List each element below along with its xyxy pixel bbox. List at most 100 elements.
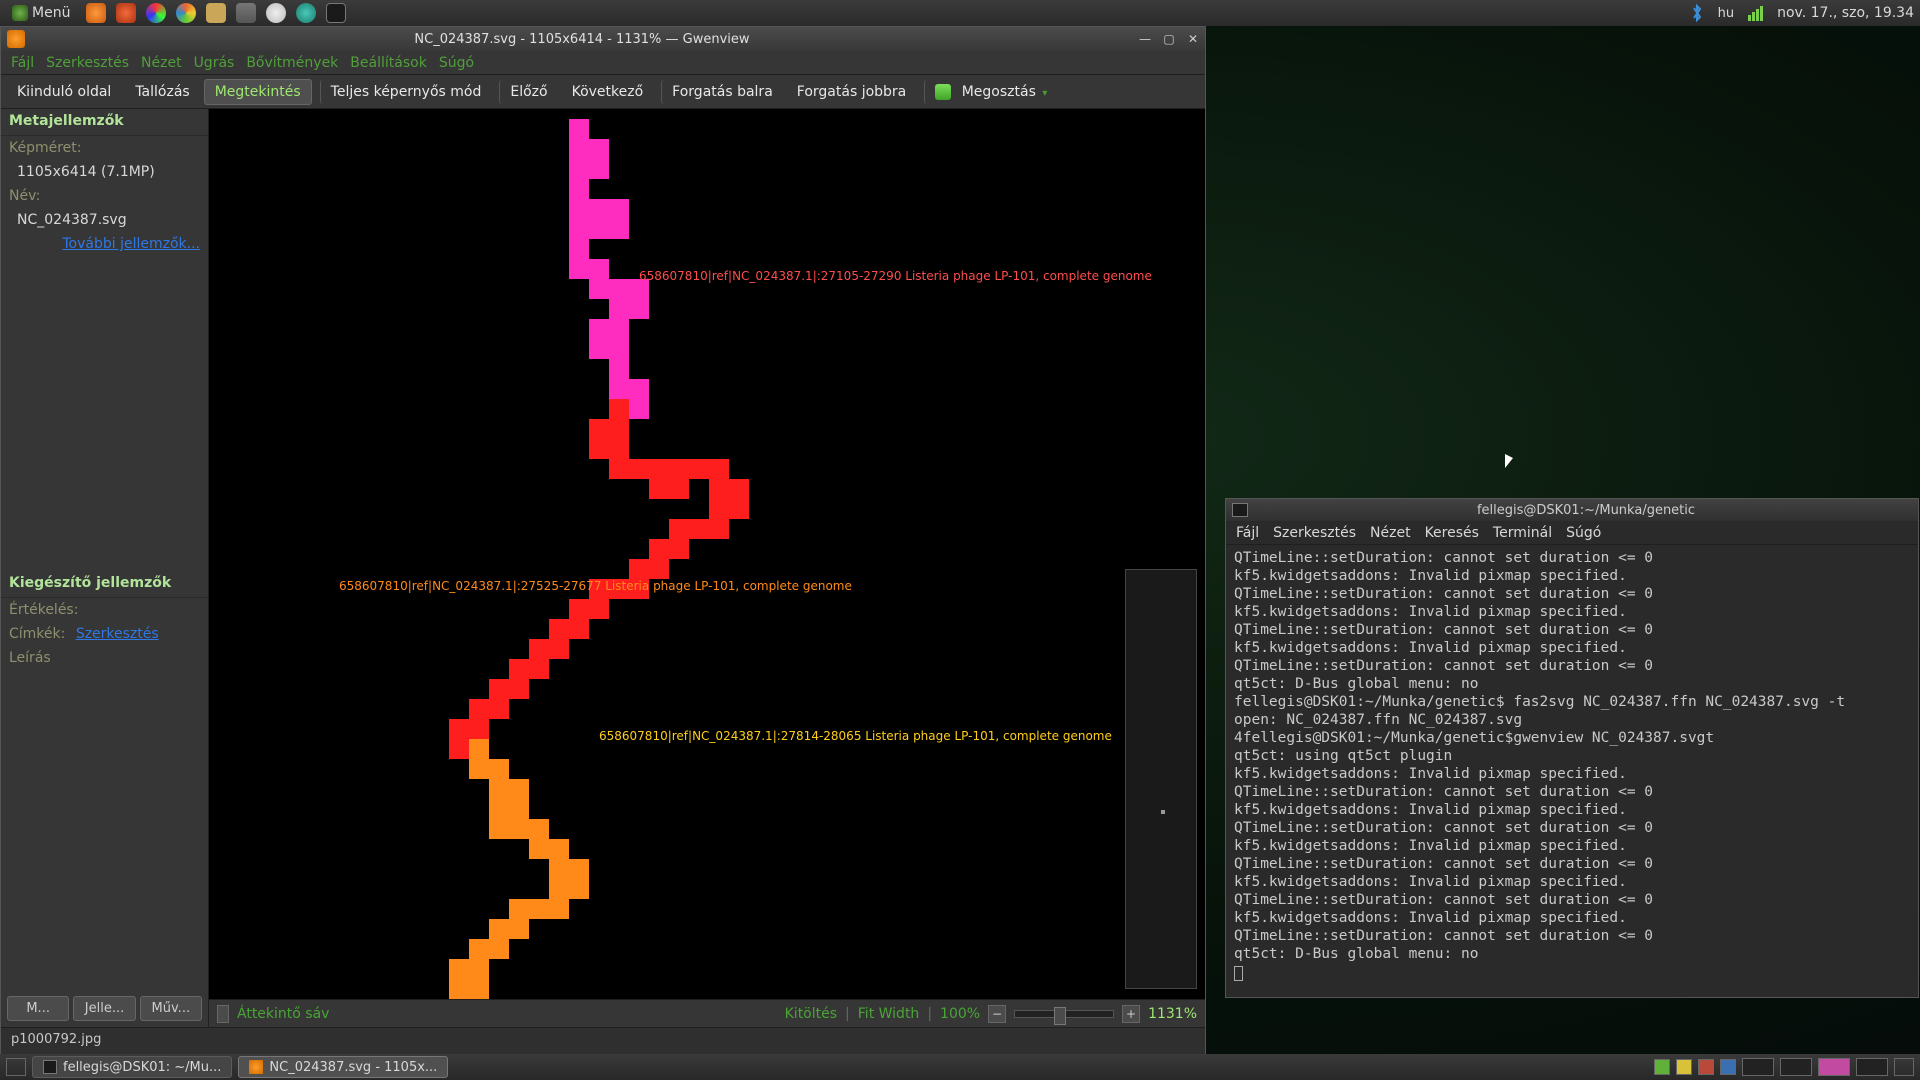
genome-pixel xyxy=(509,779,529,799)
terminal-cursor xyxy=(1234,966,1243,981)
bluetooth-icon[interactable] xyxy=(1690,3,1704,23)
app-icon-3[interactable] xyxy=(206,3,226,23)
app-icon-4[interactable] xyxy=(236,3,256,23)
genome-pixel xyxy=(609,399,629,419)
thumbnail-strip[interactable]: p1000792.jpg xyxy=(1,1027,1205,1055)
fit-width[interactable]: Fit Width xyxy=(858,1006,920,1022)
term-menu-help[interactable]: Súgó xyxy=(1566,525,1601,541)
minimize-button[interactable]: — xyxy=(1136,32,1154,46)
pager-3[interactable] xyxy=(1818,1058,1850,1076)
genome-pixel xyxy=(489,819,509,839)
app-icon-6[interactable] xyxy=(296,3,316,23)
workspace-2[interactable] xyxy=(1676,1059,1692,1075)
clock[interactable]: nov. 17., szo, 19.34 xyxy=(1777,5,1914,21)
menu-go[interactable]: Ugrás xyxy=(194,55,235,71)
pager-1[interactable] xyxy=(1742,1058,1774,1076)
thumbnail-bar-toggle[interactable]: Áttekintő sáv xyxy=(237,1006,329,1022)
zoom-slider[interactable] xyxy=(1014,1010,1114,1018)
menu-view[interactable]: Nézet xyxy=(141,55,182,71)
genome-pixel xyxy=(609,459,629,479)
terminal-body[interactable]: QTimeLine::setDuration: cannot set durat… xyxy=(1226,545,1918,997)
menu-edit[interactable]: Szerkesztés xyxy=(46,55,129,71)
keyboard-layout[interactable]: hu xyxy=(1718,6,1734,21)
app-icon-2[interactable] xyxy=(146,3,166,23)
pager-2[interactable] xyxy=(1780,1058,1812,1076)
genome-pixel xyxy=(629,399,649,419)
sidebar-tab-2[interactable]: Műv... xyxy=(140,996,202,1021)
menu-settings[interactable]: Beállítások xyxy=(350,55,427,71)
genome-pixel xyxy=(609,299,629,319)
genome-pixel xyxy=(609,379,629,399)
image-canvas[interactable]: 658607810|ref|NC_024387.1|:27105-27290 L… xyxy=(209,109,1205,999)
image-viewer[interactable]: 658607810|ref|NC_024387.1|:27105-27290 L… xyxy=(209,109,1205,1027)
pager-4[interactable] xyxy=(1856,1058,1888,1076)
genome-pixel xyxy=(709,499,729,519)
firefox-icon[interactable] xyxy=(86,3,106,23)
terminal-window: fellegis@DSK01:~/Munka/genetic Fájl Szer… xyxy=(1225,498,1919,998)
workspace-4[interactable] xyxy=(1720,1059,1736,1075)
more-props-link[interactable]: További jellemzők... xyxy=(62,236,200,252)
term-menu-edit[interactable]: Szerkesztés xyxy=(1273,525,1356,541)
thumb-slider[interactable] xyxy=(217,1005,229,1023)
btn-next[interactable]: Következő xyxy=(562,80,654,104)
gwenview-titlebar[interactable]: NC_024387.svg - 1105x6414 - 1131% — Gwen… xyxy=(1,27,1205,51)
zoom-in-button[interactable]: + xyxy=(1122,1005,1140,1023)
taskbar-task-gwenview[interactable]: NC_024387.svg - 1105x... xyxy=(238,1056,448,1078)
terminal-titlebar[interactable]: fellegis@DSK01:~/Munka/genetic xyxy=(1226,499,1918,521)
sidebar-tab-0[interactable]: M... xyxy=(7,996,69,1021)
term-menu-search[interactable]: Keresés xyxy=(1425,525,1479,541)
name-label: Név: xyxy=(9,188,40,204)
btn-start[interactable]: Kiinduló oldal xyxy=(7,80,121,104)
taskbar-task-terminal[interactable]: fellegis@DSK01: ~/Mu... xyxy=(32,1056,232,1078)
btn-rotate-left[interactable]: Forgatás balra xyxy=(661,80,783,104)
meta-heading: Metajellemzők xyxy=(1,109,208,136)
menu-file[interactable]: Fájl xyxy=(11,55,34,71)
btn-browse[interactable]: Tallózás xyxy=(125,80,199,104)
menu-plugins[interactable]: Bővítmények xyxy=(246,55,338,71)
term-menu-view[interactable]: Nézet xyxy=(1370,525,1411,541)
show-desktop-button[interactable] xyxy=(6,1058,26,1076)
menu-button[interactable]: Menü xyxy=(6,5,76,21)
genome-pixel xyxy=(489,679,509,699)
btn-fullscreen[interactable]: Teljes képernyős mód xyxy=(320,80,492,104)
menu-help[interactable]: Súgó xyxy=(439,55,474,71)
genome-pixel xyxy=(649,459,669,479)
genome-pixel xyxy=(609,339,629,359)
genome-pixel xyxy=(529,639,549,659)
btn-rotate-right[interactable]: Forgatás jobbra xyxy=(787,80,916,104)
zoom-100[interactable]: 100% xyxy=(940,1006,980,1022)
app-icon-5[interactable] xyxy=(266,3,286,23)
btn-view[interactable]: Megtekintés xyxy=(204,79,312,105)
btn-prev[interactable]: Előző xyxy=(499,80,557,104)
genome-pixel xyxy=(569,159,589,179)
workspace-1[interactable] xyxy=(1654,1059,1670,1075)
genome-pixel xyxy=(529,899,549,919)
tray-button[interactable] xyxy=(1894,1058,1914,1076)
maximize-button[interactable]: ▢ xyxy=(1160,32,1178,46)
fit-fill[interactable]: Kitöltés xyxy=(785,1006,837,1022)
app-icon-1[interactable] xyxy=(116,3,136,23)
genome-pixel xyxy=(489,759,509,779)
genome-pixel xyxy=(589,419,609,439)
sidebar-tab-1[interactable]: Jelle... xyxy=(73,996,135,1021)
term-menu-term[interactable]: Terminál xyxy=(1493,525,1552,541)
network-icon[interactable] xyxy=(1748,6,1763,21)
btn-share[interactable]: Megosztás ▾ xyxy=(924,80,1057,104)
minimap[interactable] xyxy=(1125,569,1197,989)
genome-pixel xyxy=(529,819,549,839)
genome-pixel xyxy=(549,619,569,639)
genome-pixel xyxy=(509,799,529,819)
chrome-icon[interactable] xyxy=(176,3,196,23)
close-button[interactable]: ✕ xyxy=(1184,32,1202,46)
genome-pixel xyxy=(509,659,529,679)
genome-pixel xyxy=(609,319,629,339)
term-menu-file[interactable]: Fájl xyxy=(1236,525,1259,541)
zoom-out-button[interactable]: − xyxy=(988,1005,1006,1023)
terminal-icon[interactable] xyxy=(326,3,346,23)
workspace-3[interactable] xyxy=(1698,1059,1714,1075)
genome-pixel xyxy=(449,739,469,759)
genome-pixel xyxy=(549,899,569,919)
gwenview-icon xyxy=(249,1060,263,1074)
tags-edit-link[interactable]: Szerkesztés xyxy=(76,626,159,642)
genome-pixel xyxy=(609,279,629,299)
